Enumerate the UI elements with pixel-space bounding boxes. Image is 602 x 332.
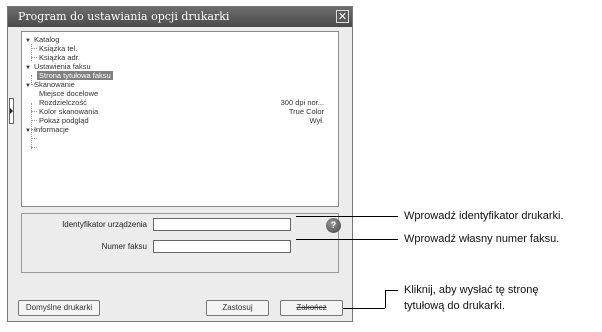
tree-item-phonebook[interactable]: Książka tel. (39, 44, 77, 53)
resolution-value: 300 dpi nor... (280, 98, 324, 107)
apply-button[interactable]: Zastosuj (206, 300, 269, 316)
fax-cover-form: Identyfikator urządzenia Numer faksu (21, 213, 339, 273)
fax-number-label: Numer faksu (101, 242, 147, 251)
tree-item-preview[interactable]: Pokaż podgląd (39, 116, 89, 125)
close-button[interactable]: Zakończ (280, 300, 343, 316)
callout-line-send-v (385, 290, 386, 308)
callout-fax-number: Wprowadź własny numer faksu. (404, 233, 560, 245)
printer-settings-window: Program do ustawiania opcji drukarki ✕ ▼… (7, 6, 353, 322)
tree-item-resolution[interactable]: Rozdzielczość (39, 98, 87, 107)
expand-arrow-icon[interactable]: ▼ (25, 64, 31, 73)
window-title: Program do ustawiania opcji drukarki (18, 10, 230, 23)
settings-tree: ▼ Katalog Książka tel. Książka adr. ▼ Usta… (21, 31, 339, 207)
title-bar: Program do ustawiania opcji drukarki ✕ (8, 7, 352, 27)
side-panel-handle[interactable] (9, 98, 14, 124)
preview-value: Wył. (309, 116, 324, 125)
callout-line-send-h (343, 308, 385, 309)
scan-color-value: True Color (288, 107, 324, 116)
device-id-label: Identyfikator urządzenia (62, 220, 147, 229)
callout-line-send-top (385, 290, 398, 291)
tree-item-scan-color[interactable]: Kolor skanowania (39, 107, 98, 116)
callout-line-device-id (296, 216, 398, 217)
callout-send-line1: Kliknij, aby wysłać tę stronę (404, 284, 539, 296)
tree-item-addressbook[interactable]: Książka adr. (39, 53, 80, 62)
close-icon[interactable]: ✕ (336, 10, 349, 23)
tree-item-katalog[interactable]: ▼ Katalog (25, 35, 59, 44)
tree-item-destination[interactable]: Miejsce docelowe (39, 89, 98, 98)
expand-arrow-icon[interactable]: ▼ (25, 37, 31, 46)
tree-item-fax-settings[interactable]: ▼ Ustawienia faksu (25, 62, 91, 71)
expand-arrow-icon[interactable]: ▼ (25, 82, 31, 91)
callout-line-fax-number (296, 239, 398, 240)
expand-arrow-icon[interactable]: ▼ (25, 127, 31, 136)
tree-item-fax-cover-page[interactable]: Strona tytułowa faksu (37, 71, 113, 80)
tree-item-scanning[interactable]: ▼ Skanowanie (25, 80, 75, 89)
fax-number-field[interactable] (153, 240, 291, 253)
default-printers-button[interactable]: Domyślne drukarki (18, 300, 100, 316)
callout-send-line2: tytułową do drukarki. (404, 300, 505, 312)
help-icon[interactable]: ? (326, 218, 341, 233)
device-id-field[interactable] (153, 218, 291, 231)
tree-item-information[interactable]: ▼ Informacje (25, 125, 69, 134)
callout-device-id: Wprowadź identyfikator drukarki. (404, 210, 564, 222)
